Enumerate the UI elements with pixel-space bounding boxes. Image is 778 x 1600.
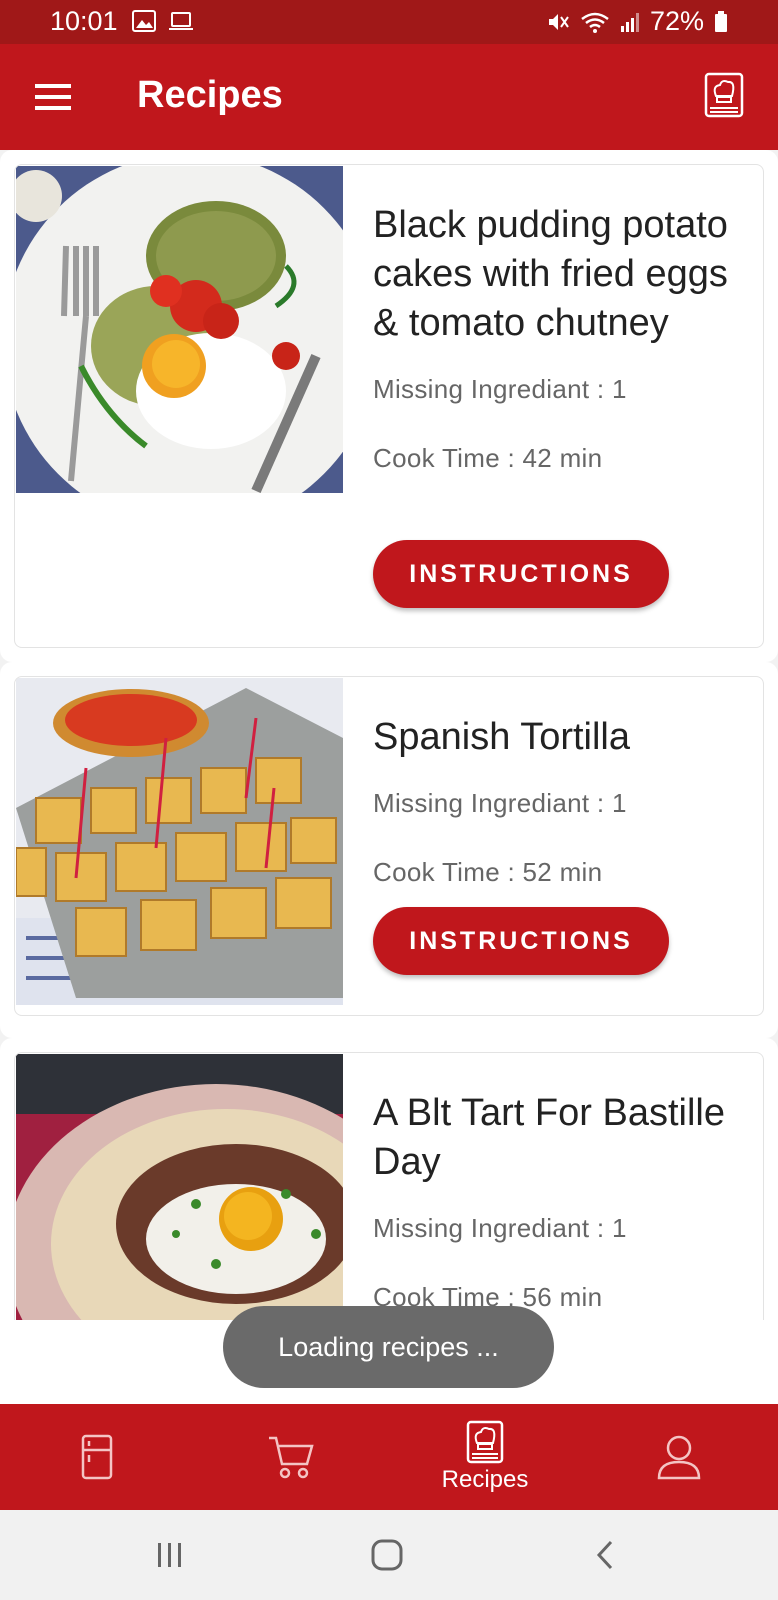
recipe-info: Black pudding potato cakes with fried eg… bbox=[373, 201, 743, 474]
back-icon bbox=[596, 1540, 613, 1570]
system-navigation-bar bbox=[0, 1510, 778, 1600]
nav-item-recipes[interactable]: Recipes bbox=[388, 1404, 582, 1510]
missing-ingredient-count: Missing Ingrediant : 1 bbox=[373, 788, 627, 818]
mute-icon bbox=[548, 13, 569, 30]
battery-percent: 72% bbox=[649, 6, 704, 36]
cook-time: Cook Time : 42 min bbox=[373, 443, 603, 473]
nav-label-recipes: Recipes bbox=[441, 1466, 529, 1493]
chef-book-icon bbox=[704, 72, 744, 118]
recipe-image bbox=[16, 678, 343, 1005]
nav-item-profile[interactable] bbox=[582, 1404, 776, 1510]
recipe-image bbox=[16, 1054, 343, 1320]
fridge-icon bbox=[81, 1434, 113, 1480]
recipe-title: Spanish Tortilla bbox=[373, 716, 631, 758]
status-bar: 10:01 72% bbox=[0, 0, 778, 44]
signal-icon bbox=[620, 12, 639, 32]
instructions-button[interactable]: INSTRUCTIONS bbox=[373, 907, 669, 975]
status-right: 72% bbox=[546, 6, 728, 37]
gallery-icon bbox=[132, 10, 156, 32]
loading-toast: Loading recipes ... bbox=[223, 1306, 554, 1388]
hamburger-menu-icon bbox=[35, 84, 71, 110]
missing-ingredient-count: Missing Ingrediant : 1 bbox=[373, 1213, 627, 1243]
missing-ingredient-count: Missing Ingrediant : 1 bbox=[373, 374, 627, 404]
recipe-title: A Blt Tart For Bastille Day bbox=[373, 1092, 725, 1183]
recipe-image bbox=[16, 166, 343, 493]
home-icon bbox=[371, 1539, 403, 1571]
chef-book-icon bbox=[466, 1420, 504, 1464]
cart-icon bbox=[269, 1436, 314, 1479]
recipe-card[interactable]: Spanish Tortilla Missing Ingrediant : 1 … bbox=[14, 676, 764, 1016]
laptop-icon bbox=[169, 12, 193, 30]
recipe-info: A Blt Tart For Bastille Day Missing Ingr… bbox=[373, 1089, 743, 1313]
back-button[interactable] bbox=[580, 1532, 630, 1578]
recipe-info: Spanish Tortilla Missing Ingrediant : 1 … bbox=[373, 713, 743, 888]
bottom-navigation: Recipes bbox=[0, 1404, 778, 1510]
page-title: Recipes bbox=[137, 74, 283, 116]
recent-apps-button[interactable] bbox=[145, 1532, 195, 1578]
instructions-button[interactable]: INSTRUCTIONS bbox=[373, 540, 669, 608]
app-bar: Recipes bbox=[0, 44, 778, 150]
nav-item-fridge[interactable] bbox=[0, 1404, 194, 1510]
recipe-card-wrapper: Spanish Tortilla Missing Ingrediant : 1 … bbox=[0, 662, 778, 1038]
recent-apps-icon bbox=[158, 1543, 181, 1567]
recipe-card[interactable]: Black pudding potato cakes with fried eg… bbox=[14, 164, 764, 648]
cook-time: Cook Time : 52 min bbox=[373, 857, 603, 887]
recipe-card-wrapper: A Blt Tart For Bastille Day Missing Ingr… bbox=[0, 1038, 778, 1320]
menu-button[interactable] bbox=[28, 74, 78, 120]
home-button[interactable] bbox=[362, 1532, 412, 1578]
user-icon bbox=[657, 1435, 701, 1480]
recipe-card[interactable]: A Blt Tart For Bastille Day Missing Ingr… bbox=[14, 1052, 764, 1320]
status-time: 10:01 bbox=[50, 6, 118, 36]
recipe-book-button[interactable] bbox=[704, 72, 750, 122]
nav-item-cart[interactable] bbox=[194, 1404, 388, 1510]
recipe-title: Black pudding potato cakes with fried eg… bbox=[373, 204, 728, 344]
recipe-list[interactable]: Black pudding potato cakes with fried eg… bbox=[0, 150, 778, 1320]
status-notification-icons bbox=[132, 10, 194, 32]
recipe-card-wrapper: Black pudding potato cakes with fried eg… bbox=[0, 150, 778, 662]
wifi-icon bbox=[581, 12, 609, 33]
battery-icon bbox=[715, 10, 727, 32]
